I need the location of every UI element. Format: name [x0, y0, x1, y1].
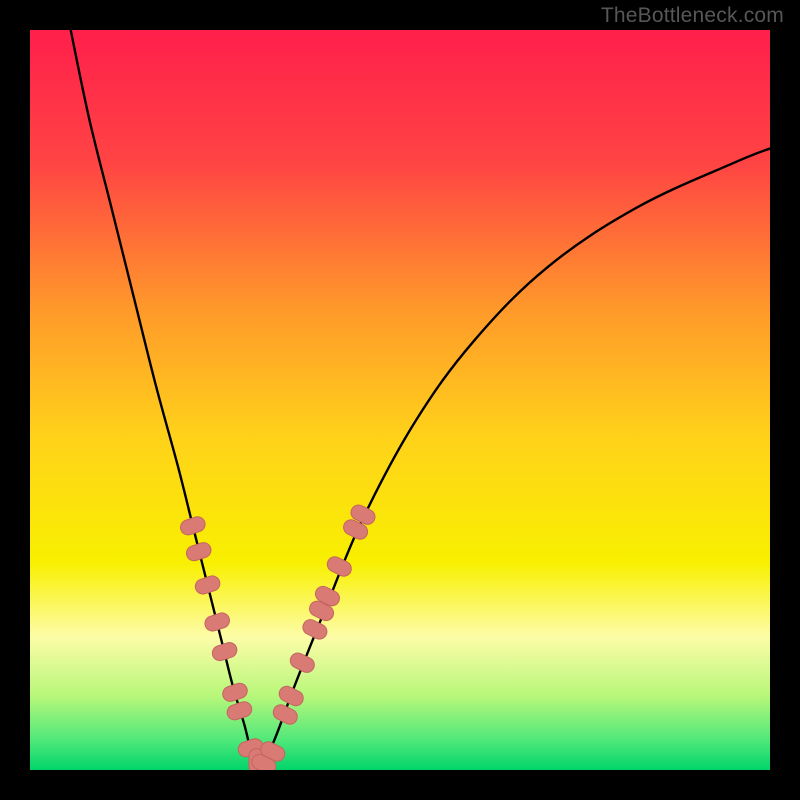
marker-bead: [288, 650, 317, 674]
chart-frame: TheBottleneck.com: [0, 0, 800, 800]
marker-bead: [193, 574, 221, 596]
marker-bead: [179, 515, 207, 537]
watermark-text: TheBottleneck.com: [601, 4, 784, 28]
left-branch-curve: [71, 30, 260, 770]
marker-bead: [185, 541, 213, 563]
curve-layer: [30, 30, 770, 770]
plot-area: [30, 30, 770, 770]
marker-bead: [325, 554, 354, 578]
marker-bead: [203, 611, 231, 633]
marker-bead: [210, 641, 238, 663]
right-branch-curve: [259, 148, 770, 770]
marker-bead: [221, 681, 249, 703]
marker-bead: [225, 700, 253, 722]
